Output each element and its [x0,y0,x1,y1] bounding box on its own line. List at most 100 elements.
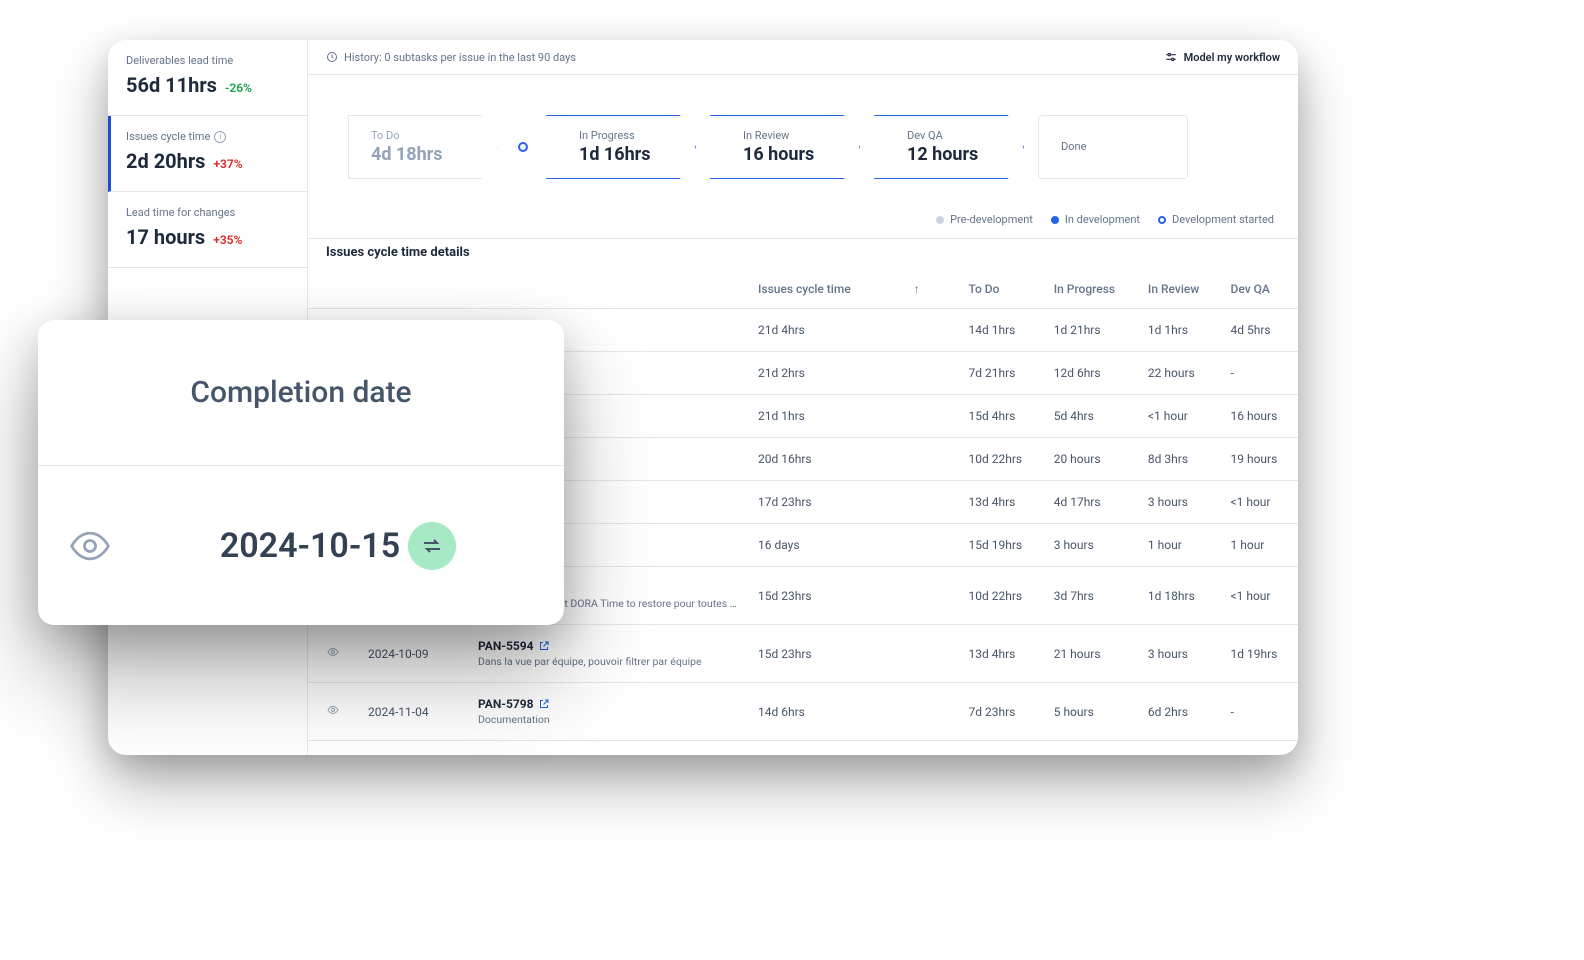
row-devqa: 19 hours [1221,438,1298,481]
swap-icon[interactable] [408,522,456,570]
row-cycle: 21d 1hrs [748,395,958,438]
col-in-review[interactable]: In Review [1138,270,1221,309]
external-link-icon[interactable] [538,640,550,652]
workflow-stage-in-progress[interactable]: In Progress1d 16hrs [546,115,696,179]
row-todo: 10d 22hrs [958,438,1043,481]
row-devqa: <1 hour [1221,481,1298,524]
table-row[interactable]: 2024-11-04PAN-5798 Documentation14d 6hrs… [308,683,1298,741]
row-date: 2024-10-09 [358,625,468,683]
row-cycle: 15d 23hrs [748,567,958,625]
row-cycle: 14d 6hrs [748,683,958,741]
row-inreview: 3 hours [1138,625,1221,683]
issue-description: Documentation [478,713,738,726]
row-todo: 15d 4hrs [958,395,1043,438]
history-info: History: 0 subtasks per issue in the las… [326,51,576,64]
col-completion-date[interactable] [358,270,468,309]
row-todo: 14d 1hrs [958,309,1043,352]
row-devqa: 4d 5hrs [1221,309,1298,352]
stage-label: Done [1061,140,1165,153]
row-date: 2024-11-04 [358,683,468,741]
table-row[interactable]: 2024-10-09PAN-5594 Dans la vue par équip… [308,625,1298,683]
eye-icon[interactable] [327,646,339,658]
workflow-stage-to-do[interactable]: To Do4d 18hrs [348,115,498,179]
col-issues-cycle-time[interactable]: Issues cycle time ↑ [748,270,958,309]
model-workflow-label: Model my workflow [1184,51,1280,64]
stage-value: 16 hours [743,144,837,165]
legend-row: Pre-development In development Developme… [308,213,1298,238]
external-link-icon[interactable] [538,698,550,710]
row-inprogress: 4d 17hrs [1044,481,1138,524]
stage-label: In Review [743,129,837,142]
legend-pre-development: Pre-development [936,213,1033,226]
issue-description: Dans la vue par équipe, pouvoir filtrer … [478,655,738,668]
workflow-stage-done[interactable]: Done [1038,115,1188,179]
row-inprogress: 5 hours [1044,683,1138,741]
stage-label: Dev QA [907,129,1001,142]
row-issue: PAN-5798 Documentation [468,683,748,741]
row-inreview: 8d 3hrs [1138,438,1221,481]
col-in-progress[interactable]: In Progress [1044,270,1138,309]
popover-date-value: 2024-10-15 [142,522,534,570]
row-inprogress: 1d 21hrs [1044,309,1138,352]
completion-date-popover: Completion date 2024-10-15 [38,320,564,625]
info-icon[interactable]: i [214,131,226,143]
row-inreview: 1d 18hrs [1138,567,1221,625]
col-to-do[interactable]: To Do [958,270,1043,309]
col-issue[interactable] [468,270,748,309]
row-cycle: 16 days [748,524,958,567]
popover-title: Completion date [38,320,564,466]
workflow-row: To Do4d 18hrsIn Progress1d 16hrsIn Revie… [308,75,1298,213]
metric-label: Issues cycle timei [126,130,291,143]
eye-icon[interactable] [327,704,339,716]
stage-value: 12 hours [907,144,1001,165]
row-eye-cell[interactable] [308,683,358,741]
legend-development-started: Development started [1158,213,1274,226]
row-inreview: 22 hours [1138,352,1221,395]
row-inprogress: 21 hours [1044,625,1138,683]
row-devqa: - [1221,683,1298,741]
row-todo: 10d 22hrs [958,567,1043,625]
details-heading: Issues cycle time details [308,238,1298,270]
row-inreview: 6d 2hrs [1138,683,1221,741]
row-inreview: 1d 1hrs [1138,309,1221,352]
sliders-icon [1164,50,1178,64]
history-text: History: 0 subtasks per issue in the las… [344,51,576,64]
row-todo: 15d 19hrs [958,524,1043,567]
row-issue: PAN-5594 Dans la vue par équipe, pouvoir… [468,625,748,683]
row-todo: 7d 23hrs [958,683,1043,741]
col-eye[interactable] [308,270,358,309]
metric-label: Lead time for changes [126,206,291,219]
row-devqa: 1d 19hrs [1221,625,1298,683]
legend-in-development: In development [1051,213,1140,226]
metric-box-0[interactable]: Deliverables lead time56d 11hrs-26% [108,40,307,116]
workflow-stage-dev-qa[interactable]: Dev QA 12 hours [874,115,1024,179]
header-strip: History: 0 subtasks per issue in the las… [308,40,1298,75]
row-cycle: 20d 16hrs [748,438,958,481]
metric-value: 17 hours [126,225,205,249]
row-cycle: 21d 2hrs [748,352,958,395]
workflow-stage-in-review[interactable]: In Review 16 hours [710,115,860,179]
sort-asc-icon: ↑ [914,282,920,296]
metric-box-2[interactable]: Lead time for changes17 hours+35% [108,192,307,268]
issue-key[interactable]: PAN-5798 [478,697,738,711]
dot-icon [936,216,944,224]
dot-icon [1051,216,1059,224]
row-devqa: - [1221,352,1298,395]
row-todo: 13d 4hrs [958,625,1043,683]
metric-delta: -26% [225,81,252,95]
row-devqa: <1 hour [1221,567,1298,625]
row-inreview: 1 hour [1138,524,1221,567]
model-workflow-button[interactable]: Model my workflow [1164,50,1280,64]
row-devqa: 1 hour [1221,524,1298,567]
eye-icon [68,524,112,568]
row-inreview: <1 hour [1138,395,1221,438]
issue-key[interactable]: PAN-5594 [478,639,738,653]
metric-box-1[interactable]: Issues cycle timei2d 20hrs+37% [108,116,307,192]
row-cycle: 17d 23hrs [748,481,958,524]
row-devqa: 16 hours [1221,395,1298,438]
row-eye-cell[interactable] [308,625,358,683]
row-inprogress: 3 hours [1044,524,1138,567]
row-todo: 7d 21hrs [958,352,1043,395]
history-icon [326,51,338,63]
col-dev-qa[interactable]: Dev QA [1221,270,1298,309]
